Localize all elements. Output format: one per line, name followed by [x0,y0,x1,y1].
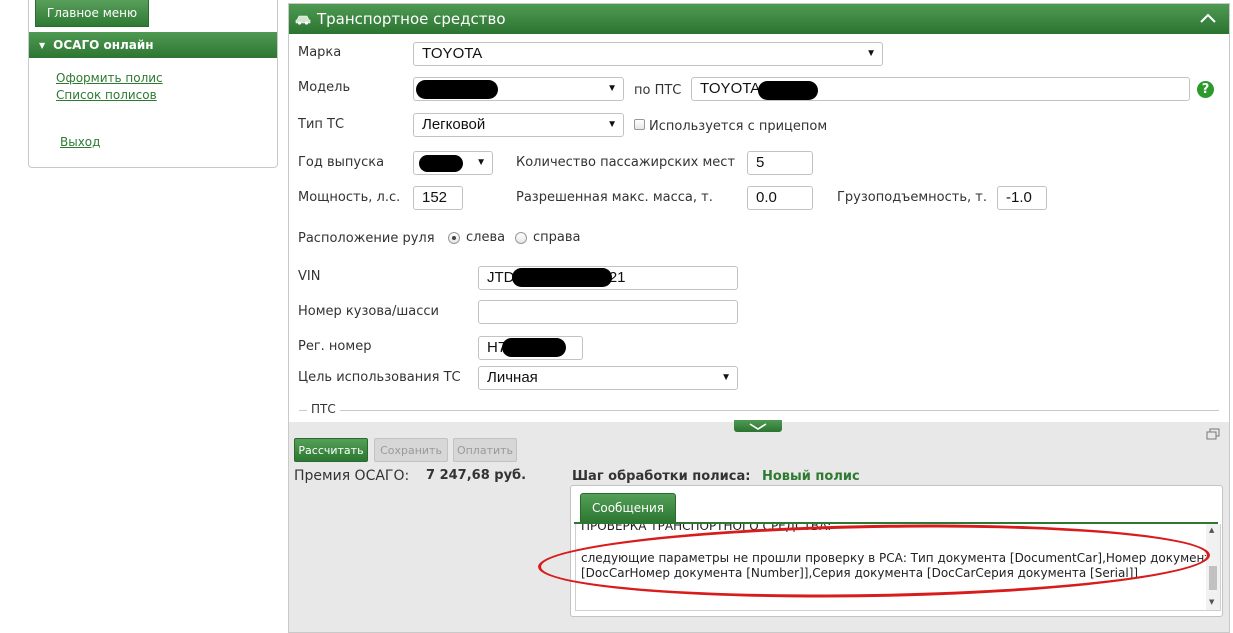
body-number-input[interactable] [478,300,738,324]
left-sidebar: Главное меню ▼ ОСАГО онлайн Оформить пол… [28,0,278,168]
redaction-mark [416,80,498,99]
redaction-mark [512,268,612,287]
processing-step-label: Шаг обработки полиса: [572,469,751,484]
seats-label: Количество пассажирских мест [516,155,736,170]
wheel-right-label: справа [533,230,581,245]
processing-step-value: Новый полис [762,469,860,484]
wheel-left-radio[interactable] [448,232,460,244]
redaction-mark [502,338,566,357]
vin-prefix: JTD [487,269,515,286]
make-label: Марка [298,45,342,60]
calculate-button[interactable]: Рассчитать [294,438,368,462]
premium-label: Премия ОСАГО: [294,468,410,484]
pts-section-legend: ПТС [307,402,340,416]
messages-scrollbar[interactable]: ▲ ▼ [1206,524,1220,610]
capacity-label: Грузоподъемность, т. [837,190,987,205]
power-label: Мощность, л.с. [298,190,401,205]
redaction-mark [758,81,818,100]
messages-panel: Сообщения ПРОВЕРКА ТРАНСПОРТНОГО СРЕДСТВ… [570,485,1223,617]
messages-tab[interactable]: Сообщения [580,493,676,523]
body-number-label: Номер кузова/шасси [298,304,439,319]
wheel-left-label: слева [466,230,506,245]
message-line: ПРОВЕРКА ТРАНСПОРТНОГО СРЕДСТВА: [581,524,832,533]
max-mass-label: Разрешенная макс. масса, т. [516,190,713,205]
save-button[interactable]: Сохранить [374,438,448,462]
vin-label: VIN [298,269,321,284]
max-mass-input[interactable]: 0.0 [747,186,813,210]
trailer-label: Используется с прицепом [649,119,828,134]
help-icon[interactable]: ? [1197,81,1214,98]
vehicle-panel-header[interactable]: Транспортное средство [289,4,1229,34]
capacity-value: -1.0 [1006,189,1032,206]
make-select[interactable]: TOYOTA ▼ [413,42,883,66]
dropdown-arrow-icon: ▼ [607,119,617,130]
type-select[interactable]: Легковой ▼ [413,113,624,137]
restore-window-icon[interactable] [1206,428,1220,440]
chevron-down-icon: ▼ [39,40,46,50]
purpose-value: Личная [487,369,538,386]
seats-value: 5 [756,154,765,171]
power-input[interactable]: 152 [413,186,463,210]
pts-model-value: TOYOTA [700,80,761,97]
message-line: следующие параметры не прошли проверку в… [581,551,1219,565]
expand-panel-toggle[interactable] [734,420,782,432]
link-exit[interactable]: Выход [60,135,100,149]
messages-content: ПРОВЕРКА ТРАНСПОРТНОГО СРЕДСТВА: следующ… [575,524,1221,611]
vehicle-panel-title: Транспортное средство [317,10,506,28]
link-policy-list[interactable]: Список полисов [56,88,157,102]
reg-number-label: Рег. номер [298,339,372,354]
pts-fieldset-border [299,410,1219,411]
scroll-down-icon[interactable]: ▼ [1209,598,1214,606]
osago-online-section[interactable]: ▼ ОСАГО онлайн [29,32,277,58]
main-menu-button[interactable]: Главное меню [35,0,149,27]
power-value: 152 [422,189,448,206]
message-line: [DocCarНомер документа [Number]],Серия д… [581,566,1139,580]
scroll-thumb[interactable] [1209,566,1217,590]
type-label: Тип ТС [298,117,345,132]
link-create-policy[interactable]: Оформить полис [56,71,163,85]
collapse-up-icon[interactable] [1199,12,1217,24]
make-value: TOYOTA [422,45,483,62]
dropdown-arrow-icon: ▼ [607,83,617,94]
redaction-mark [419,155,463,172]
purpose-select[interactable]: Личная ▼ [478,366,738,390]
type-value: Легковой [422,116,486,133]
scroll-up-icon[interactable]: ▲ [1209,526,1214,534]
wheel-right-radio[interactable] [515,232,527,244]
dropdown-arrow-icon: ▼ [476,157,486,168]
car-icon [295,15,311,25]
chevron-down-icon [749,423,767,430]
vehicle-panel: Транспортное средство [288,3,1230,424]
wheel-label: Расположение руля [298,231,435,246]
purpose-label: Цель использования ТС [298,370,461,385]
year-label: Год выпуска [298,155,385,170]
max-mass-value: 0.0 [756,189,777,206]
pts-label: по ПТС [634,83,682,98]
trailer-checkbox[interactable] [634,119,645,130]
seats-input[interactable]: 5 [747,151,813,175]
osago-online-label: ОСАГО онлайн [53,38,154,52]
dropdown-arrow-icon: ▼ [866,48,876,59]
premium-value: 7 247,68 руб. [426,468,527,483]
model-label: Модель [298,80,351,95]
pay-button[interactable]: Оплатить [453,438,517,462]
capacity-input[interactable]: -1.0 [997,186,1047,210]
dropdown-arrow-icon: ▼ [721,372,731,383]
